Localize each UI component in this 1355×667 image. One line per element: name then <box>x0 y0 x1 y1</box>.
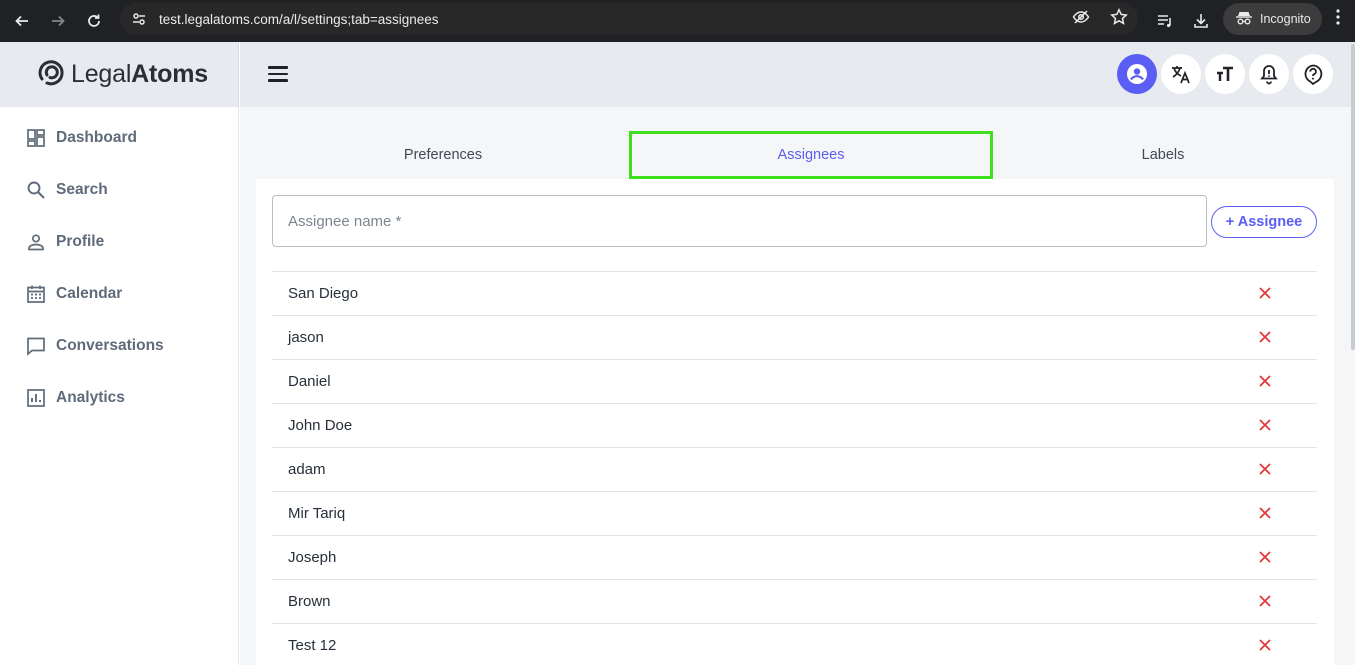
delete-icon[interactable] <box>1257 373 1273 389</box>
sidebar-item-calendar[interactable]: Calendar <box>26 282 122 306</box>
assignee-name: Test 12 <box>288 637 337 654</box>
bookmark-star-icon[interactable] <box>1110 7 1128 31</box>
list-item: jason <box>272 315 1317 359</box>
assignee-name: Joseph <box>288 549 337 566</box>
tab-labels[interactable]: Labels <box>993 131 1333 179</box>
assignee-name: adam <box>288 461 326 478</box>
reload-icon[interactable] <box>76 3 112 39</box>
assignee-name: San Diego <box>288 285 359 302</box>
legalatoms-logo-icon <box>35 56 67 93</box>
assignee-name: Daniel <box>288 373 331 390</box>
delete-icon[interactable] <box>1257 593 1273 609</box>
logo-wordmark: LegalAtoms <box>71 60 208 89</box>
delete-icon[interactable] <box>1257 285 1273 301</box>
list-item: John Doe <box>272 403 1317 447</box>
tab-assignees[interactable]: Assignees <box>629 131 993 179</box>
sidebar-item-dashboard[interactable]: Dashboard <box>26 126 137 150</box>
site-settings-icon[interactable] <box>122 3 156 35</box>
sidebar: Dashboard Search Profile Calendar Conver… <box>0 107 239 665</box>
settings-tabs: Preferences Assignees Labels <box>256 131 1319 179</box>
assignee-list: San Diego jason Daniel John Doe adam Mir… <box>272 271 1317 667</box>
assignee-name: jason <box>288 329 324 346</box>
menu-toggle-icon[interactable] <box>268 66 288 82</box>
delete-icon[interactable] <box>1257 549 1273 565</box>
incognito-badge[interactable]: Incognito <box>1223 3 1322 35</box>
settings-content: Preferences Assignees Labels + Assignee … <box>240 107 1355 665</box>
assignee-name: Brown <box>288 593 331 610</box>
delete-icon[interactable] <box>1257 417 1273 433</box>
assignee-name: John Doe <box>288 417 353 434</box>
list-item: Brown <box>272 579 1317 623</box>
sidebar-item-search[interactable]: Search <box>26 178 108 202</box>
tab-preferences[interactable]: Preferences <box>256 131 630 179</box>
sidebar-item-label: Calendar <box>56 285 123 302</box>
download-icon[interactable] <box>1192 12 1210 35</box>
account-icon[interactable] <box>1117 54 1157 94</box>
notifications-icon[interactable] <box>1249 54 1289 94</box>
assignee-name: Mir Tariq <box>288 505 346 522</box>
person-icon <box>28 234 44 251</box>
page-scrollbar[interactable] <box>1351 44 1355 350</box>
sidebar-item-analytics[interactable]: Analytics <box>26 386 125 410</box>
logo-wordmark-light: Legal <box>71 60 132 88</box>
calendar-icon <box>27 285 45 303</box>
assignees-panel: + Assignee San Diego jason Daniel John D… <box>256 179 1334 665</box>
dashboard-icon <box>27 129 45 147</box>
logo-wordmark-bold: Atoms <box>131 60 208 88</box>
help-icon[interactable] <box>1293 54 1333 94</box>
list-item: San Diego <box>272 271 1317 315</box>
sidebar-item-conversations[interactable]: Conversations <box>26 334 164 358</box>
list-item: Joseph <box>272 535 1317 579</box>
forward-icon[interactable] <box>40 3 76 39</box>
eye-off-icon[interactable] <box>1072 8 1090 31</box>
sidebar-item-label: Search <box>56 181 108 198</box>
incognito-label: Incognito <box>1260 12 1311 26</box>
sidebar-item-label: Analytics <box>56 389 125 406</box>
sidebar-item-label: Conversations <box>56 337 164 354</box>
text-size-icon[interactable] <box>1205 54 1245 94</box>
list-item: Test 12 <box>272 623 1317 667</box>
sidebar-item-profile[interactable]: Profile <box>26 230 104 254</box>
chat-icon <box>27 337 45 356</box>
add-assignee-button[interactable]: + Assignee <box>1211 206 1317 238</box>
app-logo[interactable]: LegalAtoms <box>0 42 239 107</box>
delete-icon[interactable] <box>1257 505 1273 521</box>
browser-menu-icon[interactable] <box>1336 8 1340 31</box>
analytics-icon <box>27 389 45 407</box>
url-text[interactable]: test.legalatoms.com/a/l/settings;tab=ass… <box>159 12 439 27</box>
sidebar-item-label: Dashboard <box>56 129 137 146</box>
search-icon <box>27 181 45 199</box>
list-item: Mir Tariq <box>272 491 1317 535</box>
address-bar[interactable]: test.legalatoms.com/a/l/settings;tab=ass… <box>120 3 1138 35</box>
sidebar-item-label: Profile <box>56 233 105 250</box>
delete-icon[interactable] <box>1257 637 1273 653</box>
translate-icon[interactable] <box>1161 54 1201 94</box>
app-header <box>240 42 1355 107</box>
back-icon[interactable] <box>4 3 40 39</box>
incognito-icon <box>1235 10 1253 29</box>
list-item: adam <box>272 447 1317 491</box>
assignee-name-input[interactable] <box>272 195 1207 247</box>
list-item: Daniel <box>272 359 1317 403</box>
delete-icon[interactable] <box>1257 461 1273 477</box>
media-queue-icon[interactable] <box>1156 12 1174 35</box>
delete-icon[interactable] <box>1257 329 1273 345</box>
browser-toolbar: test.legalatoms.com/a/l/settings;tab=ass… <box>0 0 1355 42</box>
